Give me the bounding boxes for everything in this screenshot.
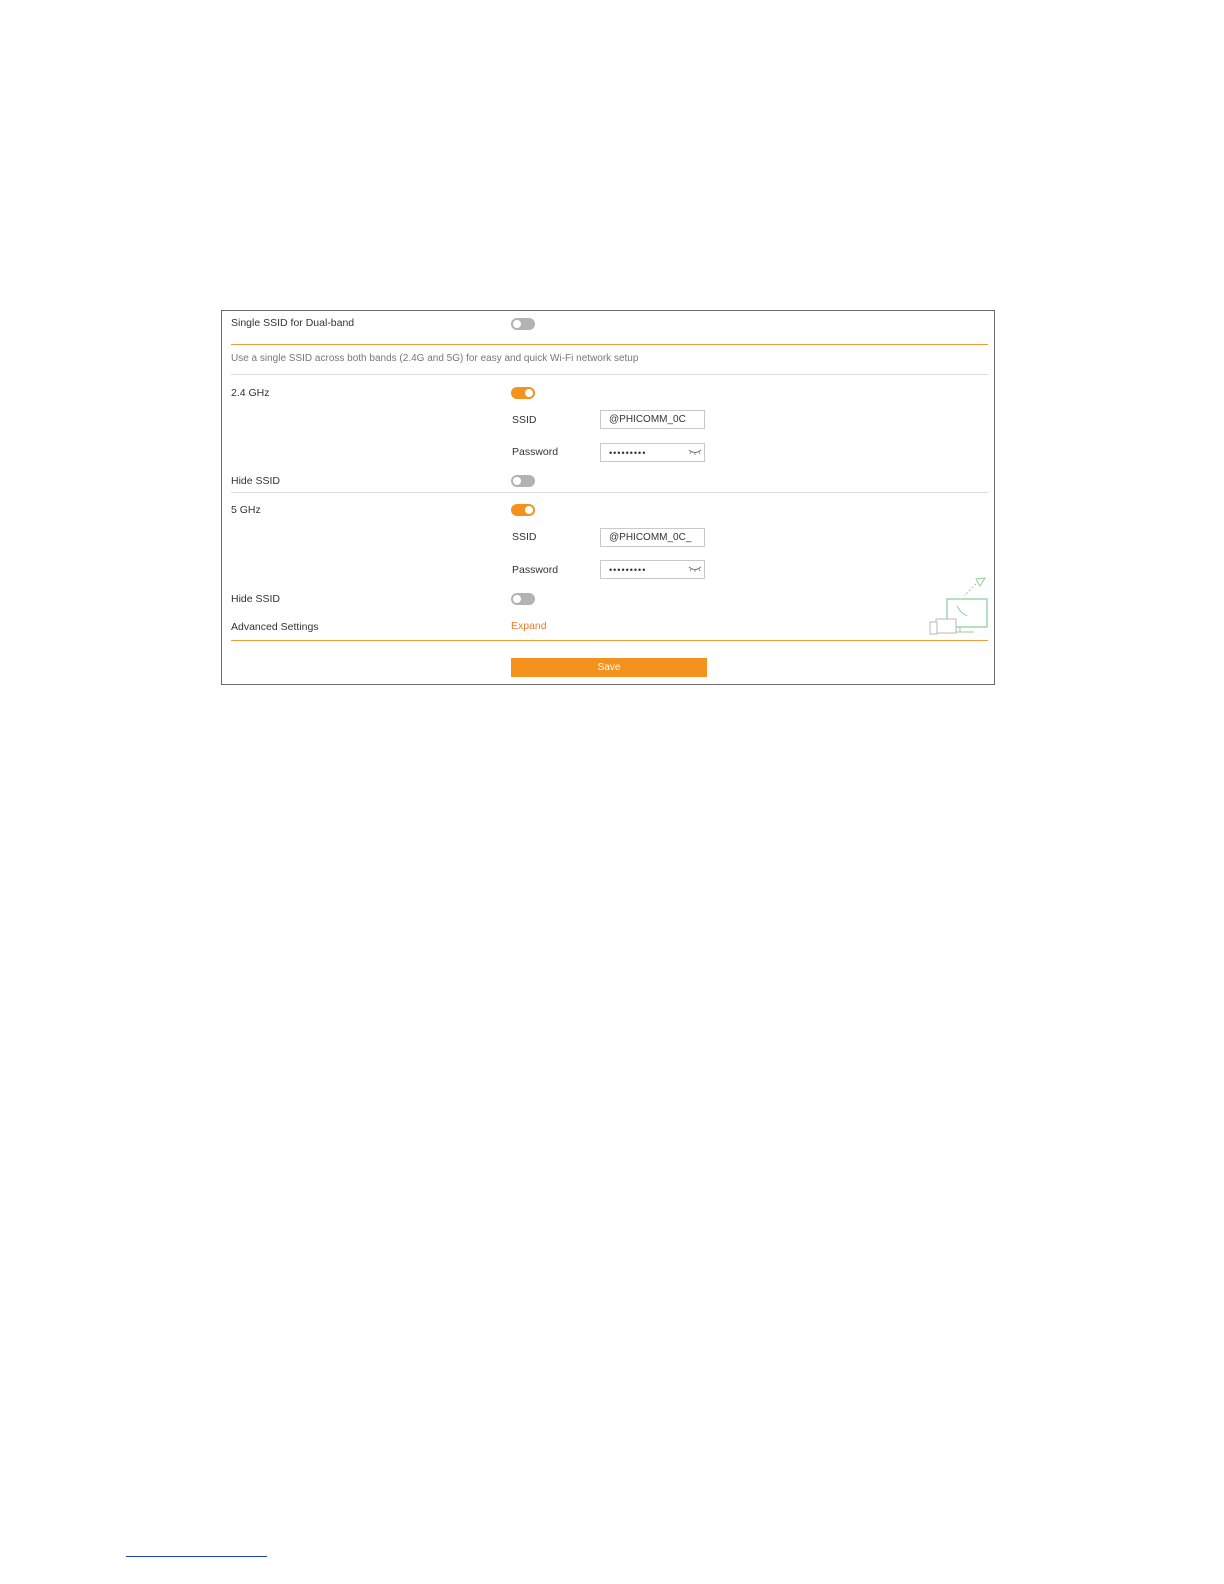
toggle-knob (525, 389, 533, 397)
band-5-password-label: Password (512, 564, 559, 576)
single-ssid-label: Single SSID for Dual-band (231, 317, 355, 329)
devices-illustration-icon (929, 577, 988, 635)
save-button[interactable]: Save (511, 658, 707, 677)
band-5-toggle[interactable] (511, 504, 535, 516)
band-24-password-field (600, 443, 705, 462)
band-24-password-label: Password (512, 446, 559, 458)
toggle-knob (525, 506, 533, 514)
wifi-settings-panel: Single SSID for Dual-band Use a single S… (221, 310, 995, 685)
band-5-label: 5 GHz (231, 504, 261, 516)
divider (231, 344, 988, 345)
divider (231, 374, 988, 375)
toggle-knob (513, 320, 521, 328)
band-5-hide-ssid-label: Hide SSID (231, 593, 281, 605)
band-24-ssid-label: SSID (512, 414, 537, 426)
band-24-hide-ssid-toggle[interactable] (511, 475, 535, 487)
single-ssid-toggle[interactable] (511, 318, 535, 330)
band-24-toggle[interactable] (511, 387, 535, 399)
band-24-label: 2.4 GHz (231, 387, 270, 399)
divider (231, 492, 988, 493)
band-5-ssid-label: SSID (512, 531, 537, 543)
advanced-settings-label: Advanced Settings (231, 621, 319, 633)
band-24-ssid-input[interactable] (600, 410, 705, 429)
divider (231, 640, 988, 641)
eye-closed-icon[interactable] (688, 564, 702, 574)
single-ssid-description: Use a single SSID across both bands (2.4… (231, 353, 639, 364)
toggle-knob (513, 477, 521, 485)
band-5-ssid-input[interactable] (600, 528, 705, 547)
expand-link[interactable]: Expand (511, 620, 547, 632)
band-24-hide-ssid-label: Hide SSID (231, 475, 281, 487)
eye-closed-icon[interactable] (688, 447, 702, 457)
band-5-hide-ssid-toggle[interactable] (511, 593, 535, 605)
band-5-password-field (600, 560, 705, 579)
footer-link-underline[interactable] (126, 1556, 267, 1557)
toggle-knob (513, 595, 521, 603)
